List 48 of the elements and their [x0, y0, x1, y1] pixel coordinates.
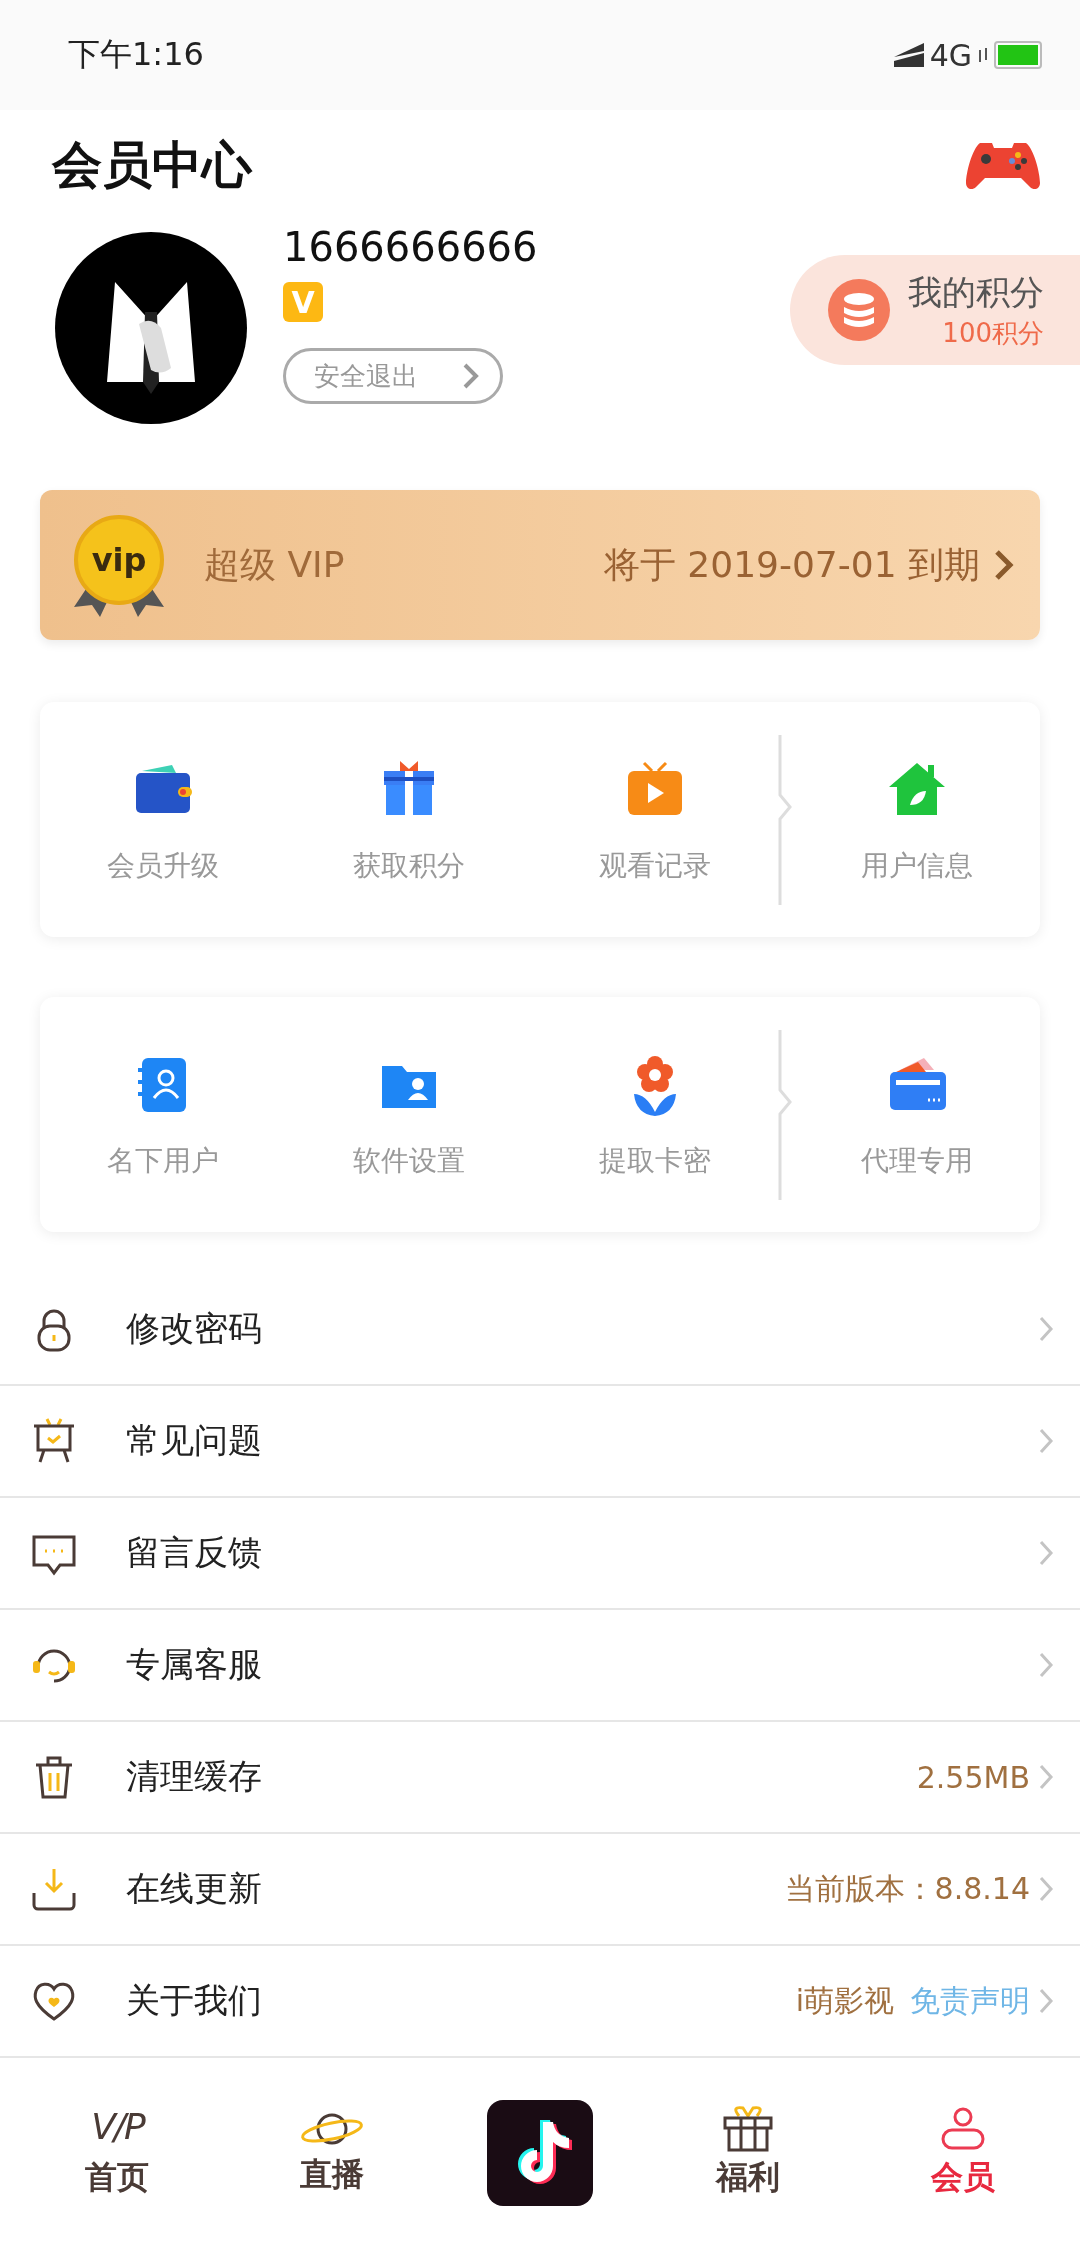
menu-row[interactable]: 专属客服 — [0, 1610, 1080, 1722]
vip-title: 超级 VIP — [204, 542, 346, 587]
chevron-icon — [1038, 1427, 1054, 1455]
menu-row[interactable]: 常见问题 — [0, 1386, 1080, 1498]
chevron-icon — [462, 362, 480, 390]
battery-icon — [994, 41, 1044, 69]
nav-tab[interactable]: V/P 首页 — [57, 2106, 178, 2200]
vip-text-icon: V/P — [91, 2106, 144, 2152]
chevron-icon — [1038, 1651, 1054, 1679]
vip-expiry: 将于 2019-07-01 到期 — [603, 542, 980, 587]
menu-label: 专属客服 — [126, 1643, 263, 1686]
chevron-icon — [1038, 1763, 1054, 1791]
nav-tab[interactable]: 会员 — [902, 2106, 1023, 2200]
page-title: 会员中心 — [52, 134, 252, 196]
vip-medal: vip — [74, 515, 164, 605]
status-time: 下午1:16 — [68, 34, 204, 75]
vip-card[interactable]: vip 超级 VIP 将于 2019-07-01 到期 — [40, 490, 1040, 640]
menu-value: i萌影视 — [795, 1981, 894, 2020]
menu-label: 留言反馈 — [126, 1531, 263, 1574]
menu-row[interactable]: 在线更新 当前版本：8.8.14 — [0, 1834, 1080, 1946]
chevron-icon — [1038, 1987, 1054, 2015]
chevron-icon — [1038, 1875, 1054, 1903]
menu-label: 常见问题 — [126, 1419, 263, 1462]
menu-row[interactable]: 留言反馈 — [0, 1498, 1080, 1610]
signal-icon — [893, 43, 924, 67]
nav-tab[interactable]: 福利 — [687, 2106, 808, 2200]
nav-tab[interactable]: 直播 — [272, 2109, 393, 2197]
points-title: 我的积分 — [908, 270, 1044, 314]
phone-number: 1666666666 — [283, 224, 538, 270]
points-value: 100积分 — [942, 316, 1044, 350]
chevron-icon — [1038, 1539, 1054, 1567]
vip-badge: V — [283, 282, 323, 322]
points-card[interactable]: 我的积分 100积分 — [790, 255, 1080, 365]
menu-value: 2.55MB — [916, 1759, 1030, 1795]
avatar-icon — [55, 232, 247, 424]
coin-stack-icon — [828, 279, 890, 341]
menu-row[interactable]: 清理缓存 2.55MB — [0, 1722, 1080, 1834]
menu-label: 修改密码 — [126, 1307, 263, 1350]
menu-row[interactable]: 修改密码 — [0, 1274, 1080, 1386]
menu-label: 清理缓存 — [126, 1755, 263, 1798]
menu-value: 当前版本：8.8.14 — [784, 1869, 1030, 1908]
music-note-app-icon[interactable] — [487, 2100, 593, 2206]
network-label: 4G — [929, 37, 972, 73]
chevron-icon — [1038, 1315, 1054, 1343]
menu-row[interactable]: 关于我们 i萌影视 免责声明 — [0, 1946, 1080, 2058]
menu-label: 关于我们 — [126, 1979, 263, 2022]
menu-label: 在线更新 — [126, 1867, 263, 1910]
chevron-icon — [994, 549, 1014, 581]
